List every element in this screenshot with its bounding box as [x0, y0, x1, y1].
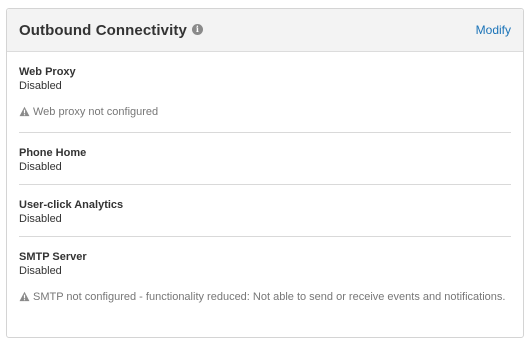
- panel-body: Web Proxy Disabled Web proxy not configu…: [7, 52, 523, 304]
- panel-header: Outbound Connectivity i Modify: [7, 9, 523, 52]
- section-value: Disabled: [19, 265, 62, 277]
- section-label: SMTP Server: [19, 251, 87, 263]
- modify-link[interactable]: Modify: [476, 23, 511, 37]
- warning-icon: [19, 291, 30, 302]
- section-value: Disabled: [19, 80, 62, 92]
- section-value: Disabled: [19, 161, 62, 173]
- section-smtp-server: SMTP Server Disabled SMTP not configured…: [19, 237, 511, 304]
- panel-title: Outbound Connectivity: [19, 21, 187, 39]
- section-label: Phone Home: [19, 147, 87, 159]
- section-user-click-analytics: User-click Analytics Disabled: [19, 185, 511, 237]
- warning-message: Web proxy not configured: [19, 105, 511, 119]
- section-value: Disabled: [19, 213, 62, 225]
- warning-icon: [19, 106, 30, 117]
- warning-text: Web proxy not configured: [33, 106, 159, 118]
- section-label: User-click Analytics: [19, 199, 124, 211]
- info-icon[interactable]: i: [191, 23, 203, 35]
- section-phone-home: Phone Home Disabled: [19, 133, 511, 185]
- outbound-connectivity-panel: Outbound Connectivity i Modify Web Proxy…: [6, 8, 524, 338]
- warning-text: SMTP not configured - functionality redu…: [33, 291, 506, 303]
- section-label: Web Proxy: [19, 66, 76, 78]
- section-web-proxy: Web Proxy Disabled Web proxy not configu…: [19, 52, 511, 133]
- warning-message: SMTP not configured - functionality redu…: [19, 290, 511, 304]
